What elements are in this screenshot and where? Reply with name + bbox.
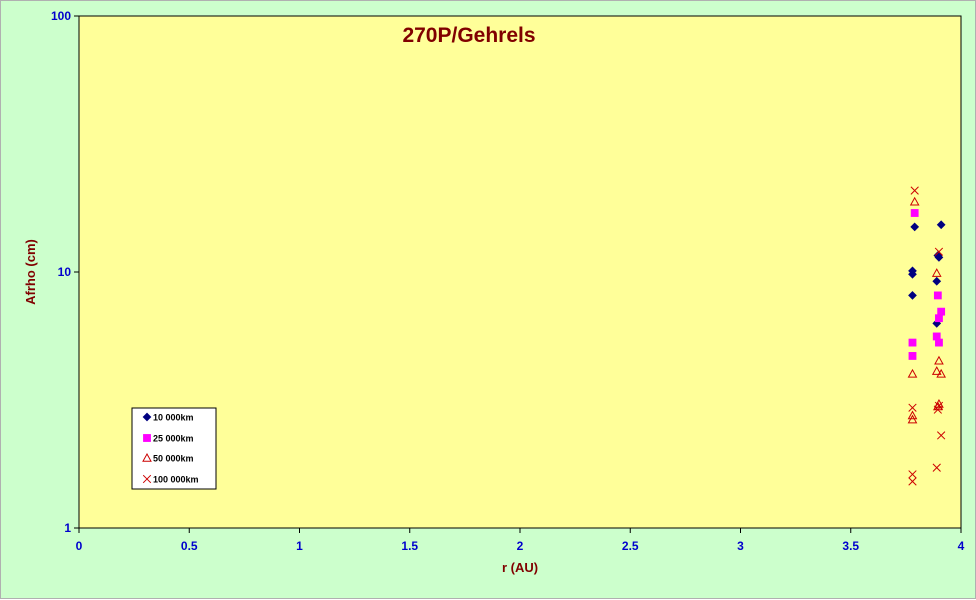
point-square: [908, 352, 917, 360]
point-square: [937, 307, 946, 316]
x-axis-title: r (AU): [502, 560, 538, 575]
y-tick-label: 1: [64, 521, 71, 535]
x-tick-label: 3.5: [842, 539, 859, 553]
x-tick-label: 1: [296, 539, 303, 553]
point-square: [935, 314, 943, 323]
x-tick-label: 2: [517, 539, 524, 553]
y-axis-title: Afrho (cm): [23, 239, 38, 305]
chart-svg: 0 0.5 1 1.5 2 2.5 3 3.5 4 1 10 100 270P/Gehrels r (…: [23, 9, 965, 575]
legend-label: 25 000km: [153, 434, 194, 444]
y-tick-label: 10: [58, 265, 72, 279]
y-tick-label: 100: [51, 9, 71, 23]
legend-label: 10 000km: [153, 413, 194, 423]
x-tick-label: 0.5: [181, 539, 198, 553]
legend-label: 100 000km: [153, 475, 199, 485]
legend-label: 50 000km: [153, 454, 194, 464]
point-square: [935, 338, 943, 347]
x-tick-label: 4: [958, 539, 965, 553]
legend: 10 000km 25 000km 50 000km 100 000km: [131, 407, 217, 490]
chart-title: 270P/Gehrels: [402, 24, 535, 47]
point-square: [908, 338, 917, 347]
x-tick-label: 2.5: [622, 539, 639, 553]
point-square: [933, 291, 942, 300]
x-tick-label: 3: [737, 539, 744, 553]
legend-marker-square: [143, 434, 151, 442]
point-square: [910, 209, 919, 217]
chart-area: 0 0.5 1 1.5 2 2.5 3 3.5 4 1 10 100 270P/Gehrels r (…: [0, 0, 976, 599]
x-tick-label: 1.5: [401, 539, 418, 553]
x-tick-label: 0: [76, 539, 83, 553]
